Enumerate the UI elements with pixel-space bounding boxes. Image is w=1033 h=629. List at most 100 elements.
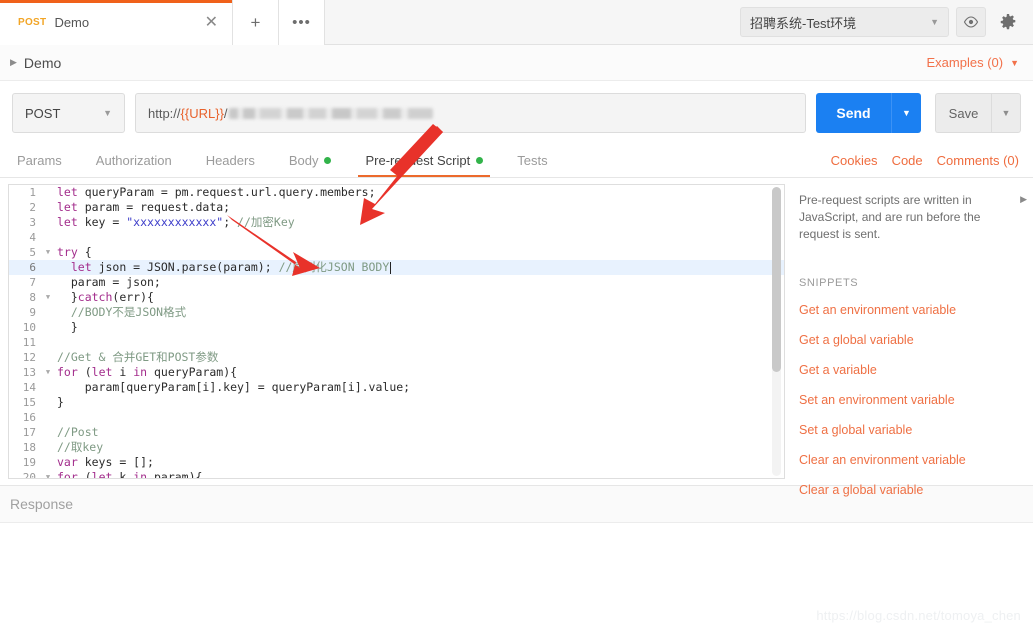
environment-selector[interactable]: 招聘系统-Test环境 ▼ (740, 7, 949, 37)
request-tab-strip: POST Demo ✕ + ••• (0, 0, 325, 45)
code-line[interactable]: 9 //BODY不是JSON格式 (9, 305, 784, 320)
script-editor[interactable]: 1 let queryParam = pm.request.url.query.m… (8, 184, 785, 479)
code-line[interactable]: 11 (9, 335, 784, 350)
tab-label: Params (17, 152, 62, 168)
tab-status-dot (324, 156, 332, 164)
code-text: }catch(err){ (57, 290, 154, 304)
tab-params[interactable]: Params (0, 143, 79, 177)
code-text: let key = "xxxxxxxxxxxx"; //加密Key (57, 215, 295, 229)
editor-scrollbar[interactable] (772, 187, 781, 476)
code-text: } (57, 320, 78, 334)
send-button-group: Send ▼ (816, 93, 921, 133)
close-icon[interactable]: ✕ (203, 14, 220, 31)
http-method-select[interactable]: POST ▼ (12, 93, 125, 133)
snippet-item[interactable]: Get a global variable (799, 333, 1017, 347)
code-line[interactable]: 13 ▼ for (let i in queryParam){ (9, 365, 784, 380)
tab-label: Pre-request Script (365, 152, 471, 168)
tab-label: Body (288, 152, 319, 168)
breadcrumb-bar: ▶ Demo Examples (0) ▼ (0, 45, 1033, 81)
snippet-item[interactable]: Get a variable (799, 363, 1017, 377)
snippet-item[interactable]: Set a global variable (799, 423, 1017, 437)
examples-label: Examples (0) (926, 55, 1004, 70)
link-cookies[interactable]: Cookies (831, 153, 878, 168)
code-line[interactable]: 19 var keys = []; (9, 455, 784, 470)
snippet-item[interactable]: Set an environment variable (799, 393, 1017, 407)
code-line[interactable]: 3 let key = "xxxxxxxxxxxx"; //加密Key (9, 215, 784, 230)
text-cursor (390, 261, 392, 274)
save-button-group: Save ▼ (935, 93, 1021, 133)
fold-toggle-icon[interactable]: ▼ (43, 470, 53, 478)
url-input[interactable]: http://{{URL}} / (135, 93, 806, 133)
fold-toggle-icon[interactable]: ▼ (43, 290, 53, 305)
breadcrumb[interactable]: ▶ Demo (10, 55, 61, 71)
snippet-item[interactable]: Get an environment variable (799, 303, 1017, 317)
snippets-list: Get an environment variable Get a global … (799, 303, 1017, 497)
line-number: 1 (29, 186, 36, 199)
code-line[interactable]: 14 param[queryParam[i].key] = queryParam… (9, 380, 784, 395)
link-comments-0-[interactable]: Comments (0) (937, 153, 1019, 168)
response-label: Response (10, 496, 74, 512)
code-line[interactable]: 7 param = json; (9, 275, 784, 290)
tab-tests[interactable]: Tests (500, 143, 564, 177)
line-number: 12 (22, 351, 36, 364)
code-line[interactable]: 1 let queryParam = pm.request.url.query.m… (9, 185, 784, 200)
snippets-heading: SNIPPETS (799, 277, 859, 289)
snippet-item[interactable]: Clear a global variable (799, 483, 1017, 497)
send-button[interactable]: Send (816, 93, 891, 133)
code-line[interactable]: 15} (9, 395, 784, 410)
tab-label: Tests (517, 152, 548, 168)
code-line[interactable]: 5 ▼ try { (9, 245, 784, 260)
save-button[interactable]: Save (935, 93, 991, 133)
top-bar-spacer (325, 0, 732, 44)
tab-label: Headers (205, 152, 255, 168)
snippet-item[interactable]: Clear an environment variable (799, 453, 1017, 467)
eye-glyph (963, 16, 979, 28)
code-text: for (let i in queryParam){ (57, 365, 238, 379)
tab-method-badge: POST (18, 17, 47, 28)
chevron-right-icon[interactable]: ▶ (1020, 194, 1027, 205)
line-number: 19 (22, 456, 36, 469)
examples-dropdown[interactable]: Examples (0) ▼ (927, 55, 1020, 70)
snippets-help-text: Pre-request scripts are written in JavaS… (799, 193, 981, 241)
editor-scrollbar-thumb[interactable] (772, 187, 781, 372)
code-line[interactable]: 18 //取key (9, 440, 784, 455)
plus-icon[interactable]: + (233, 0, 279, 45)
line-number: 17 (22, 426, 36, 439)
line-number: 9 (29, 306, 36, 319)
chevron-down-icon: ▼ (1010, 57, 1019, 68)
line-number: 20 (22, 471, 36, 479)
link-code[interactable]: Code (892, 153, 923, 168)
save-options-caret[interactable]: ▼ (991, 93, 1021, 133)
request-tab-demo[interactable]: POST Demo ✕ (0, 0, 233, 45)
tab-pre-request-script[interactable]: Pre-request Script (348, 143, 500, 177)
fold-toggle-icon[interactable]: ▼ (43, 365, 53, 380)
tab-headers[interactable]: Headers (189, 143, 272, 177)
code-line[interactable]: 10 } (9, 320, 784, 335)
ellipsis-icon[interactable]: ••• (279, 0, 325, 45)
code-line[interactable]: 4 (9, 230, 784, 245)
code-text: let json = JSON.parse(param); //序列化JSON … (70, 260, 392, 274)
code-line[interactable]: 6 let json = JSON.parse(param); //序列化JSO… (9, 260, 784, 275)
tab-body[interactable]: Body (272, 143, 349, 177)
code-line[interactable]: 2 let param = request.data; (9, 200, 784, 215)
line-number: 7 (29, 276, 36, 289)
line-number: 5 (29, 246, 36, 259)
line-number: 11 (22, 336, 36, 349)
code-line[interactable]: 17 //Post (9, 425, 784, 440)
code-editor-content[interactable]: 1 let queryParam = pm.request.url.query.m… (9, 185, 784, 478)
chevron-down-icon: ▼ (930, 17, 939, 27)
request-url-row: POST ▼ http://{{URL}} / Send ▼ Save ▼ (0, 81, 1033, 144)
tab-label: Authorization (95, 152, 172, 168)
eye-icon[interactable] (956, 7, 986, 37)
gear-icon[interactable] (993, 7, 1023, 37)
code-text: let param = request.data; (57, 200, 231, 214)
code-line[interactable]: 12 //Get & 合并GET和POST参数 (9, 350, 784, 365)
code-line[interactable]: 20 ▼ for (let k in param){ (9, 470, 784, 479)
fold-toggle-icon[interactable]: ▼ (43, 245, 53, 260)
request-tabs-list: Params Authorization Headers Body Pre-reques… (0, 143, 565, 177)
send-options-caret[interactable]: ▼ (891, 93, 921, 133)
code-line[interactable]: 16 (9, 410, 784, 425)
line-number: 14 (22, 381, 36, 394)
tab-authorization[interactable]: Authorization (79, 143, 189, 177)
code-line[interactable]: 8 ▼ }catch(err){ (9, 290, 784, 305)
